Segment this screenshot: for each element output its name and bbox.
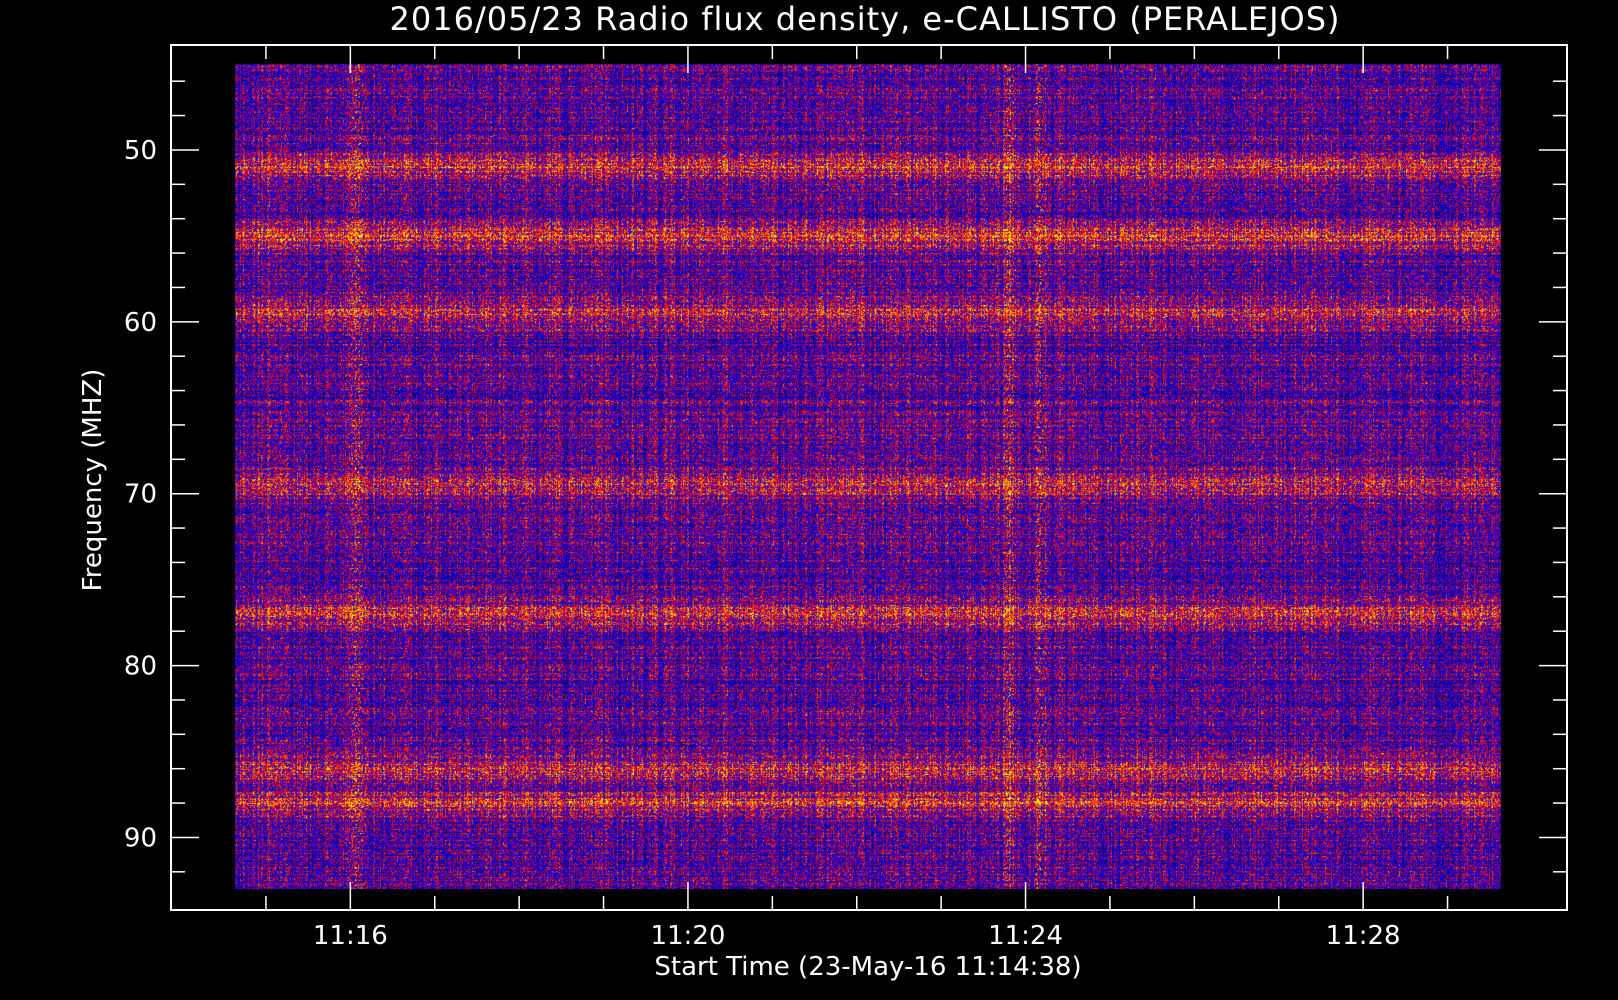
y-tick-label: 60 — [124, 308, 157, 338]
y-axis-label: Frequency (MHZ) — [78, 369, 108, 592]
chart-title: 2016/05/23 Radio flux density, e-CALLIST… — [390, 0, 1341, 38]
x-axis-label: Start Time (23-May-16 11:14:38) — [654, 952, 1081, 982]
y-tick-label: 80 — [124, 652, 157, 682]
x-tick-label: 11:20 — [650, 921, 725, 951]
x-tick-label: 11:28 — [1326, 921, 1401, 951]
x-tick-label: 11:24 — [988, 921, 1063, 951]
y-tick-label: 70 — [124, 480, 157, 510]
x-tick-label: 11:16 — [313, 921, 388, 951]
y-tick-label: 50 — [124, 136, 157, 166]
spectrogram-heatmap — [235, 64, 1501, 889]
spectrogram-image — [235, 64, 1501, 889]
spectrogram-figure: 2016/05/23 Radio flux density, e-CALLIST… — [0, 0, 1618, 1000]
y-tick-label: 90 — [124, 823, 157, 853]
